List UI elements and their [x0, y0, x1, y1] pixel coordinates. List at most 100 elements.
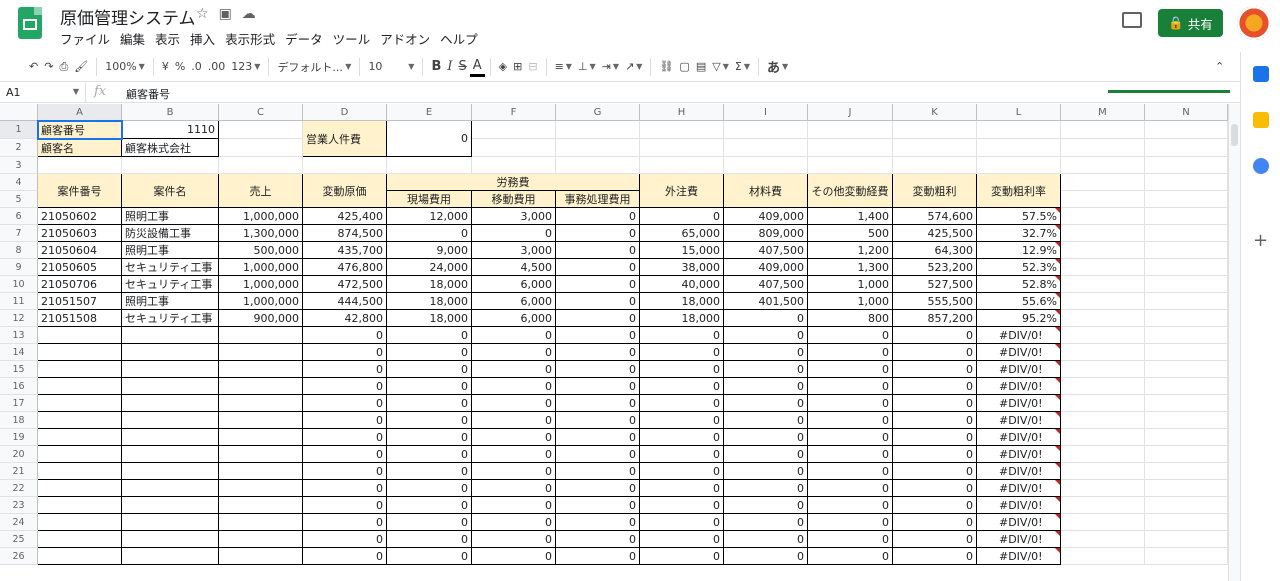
- cell-row23-colD[interactable]: 0: [303, 497, 387, 514]
- cell-row21-colA[interactable]: [38, 463, 122, 480]
- cell[interactable]: [1061, 157, 1145, 174]
- cell-row20-colF[interactable]: 0: [472, 446, 556, 463]
- name-box[interactable]: A1 ▼: [0, 83, 86, 103]
- cell[interactable]: [1061, 293, 1145, 310]
- cell-row7-colB[interactable]: 防災設備工事: [122, 225, 219, 242]
- italic-button[interactable]: I: [444, 55, 455, 79]
- cell-row12-colE[interactable]: 18,000: [387, 310, 472, 327]
- cell-row22-colD[interactable]: 0: [303, 480, 387, 497]
- row-header-11[interactable]: 11: [0, 293, 38, 310]
- row-header-15[interactable]: 15: [0, 361, 38, 378]
- cell[interactable]: [1145, 139, 1228, 157]
- cell-row23-colL[interactable]: #DIV/0!: [977, 497, 1061, 514]
- cell-row24-colG[interactable]: 0: [556, 514, 640, 531]
- cell[interactable]: [724, 139, 808, 157]
- cell-row20-colC[interactable]: [219, 446, 303, 463]
- cell-row16-colE[interactable]: 0: [387, 378, 472, 395]
- header-col-b[interactable]: 案件名: [122, 174, 219, 208]
- cell[interactable]: [1061, 395, 1145, 412]
- text-wrap-icon[interactable]: ⇥ ▼: [599, 55, 622, 79]
- vertical-align-icon[interactable]: ⊥ ▼: [575, 55, 599, 79]
- star-icon[interactable]: ☆: [196, 6, 209, 22]
- cell-row21-colK[interactable]: 0: [893, 463, 977, 480]
- row-header-8[interactable]: 8: [0, 242, 38, 259]
- cell-row25-colC[interactable]: [219, 531, 303, 548]
- cell-row11-colC[interactable]: 1,000,000: [219, 293, 303, 310]
- cell[interactable]: [977, 139, 1061, 157]
- cell-row22-colF[interactable]: 0: [472, 480, 556, 497]
- cell-row13-colC[interactable]: [219, 327, 303, 344]
- cell-row15-colK[interactable]: 0: [893, 361, 977, 378]
- row-header-5[interactable]: 5: [0, 191, 38, 208]
- cell-row20-colG[interactable]: 0: [556, 446, 640, 463]
- bold-button[interactable]: B: [428, 55, 444, 79]
- cell[interactable]: [556, 157, 640, 174]
- cell-row9-colH[interactable]: 38,000: [640, 259, 724, 276]
- cell-row11-colL[interactable]: 55.6%: [977, 293, 1061, 310]
- header-labor-cost[interactable]: 労務費: [387, 174, 640, 191]
- cell-row24-colD[interactable]: 0: [303, 514, 387, 531]
- cell-row12-colG[interactable]: 0: [556, 310, 640, 327]
- cell-row23-colK[interactable]: 0: [893, 497, 977, 514]
- cell-row9-colB[interactable]: セキュリティ工事: [122, 259, 219, 276]
- cell-e1-sales-labor-value[interactable]: 0: [387, 121, 472, 157]
- cell[interactable]: [1061, 174, 1145, 191]
- cell-row13-colL[interactable]: #DIV/0!: [977, 327, 1061, 344]
- cell-row12-colD[interactable]: 42,800: [303, 310, 387, 327]
- cell-row21-colG[interactable]: 0: [556, 463, 640, 480]
- cell-row9-colD[interactable]: 476,800: [303, 259, 387, 276]
- cell-row16-colJ[interactable]: 0: [808, 378, 893, 395]
- cell-row9-colA[interactable]: 21050605: [38, 259, 122, 276]
- row-header-7[interactable]: 7: [0, 225, 38, 242]
- cell-row17-colE[interactable]: 0: [387, 395, 472, 412]
- cell-row7-colA[interactable]: 21050603: [38, 225, 122, 242]
- cell[interactable]: [1061, 242, 1145, 259]
- cell[interactable]: [808, 121, 893, 139]
- cell[interactable]: [1061, 191, 1145, 208]
- cell-row16-colB[interactable]: [122, 378, 219, 395]
- cell-row15-colA[interactable]: [38, 361, 122, 378]
- cell-row19-colD[interactable]: 0: [303, 429, 387, 446]
- zoom-select[interactable]: 100% ▼: [102, 55, 148, 79]
- cell-row12-colF[interactable]: 6,000: [472, 310, 556, 327]
- cell[interactable]: [219, 121, 303, 139]
- cell[interactable]: [1061, 514, 1145, 531]
- cell-row16-colC[interactable]: [219, 378, 303, 395]
- cell-row25-colG[interactable]: 0: [556, 531, 640, 548]
- cell-row8-colE[interactable]: 9,000: [387, 242, 472, 259]
- cell-row21-colI[interactable]: 0: [724, 463, 808, 480]
- column-header-J[interactable]: J: [808, 104, 893, 121]
- cell[interactable]: [1061, 208, 1145, 225]
- row-header-22[interactable]: 22: [0, 480, 38, 497]
- insert-comment-icon[interactable]: ▢: [676, 55, 692, 79]
- cell-row12-colA[interactable]: 21051508: [38, 310, 122, 327]
- cell-row7-colD[interactable]: 874,500: [303, 225, 387, 242]
- cell-row25-colA[interactable]: [38, 531, 122, 548]
- filter-icon[interactable]: ▽ ▼: [709, 55, 732, 79]
- strikethrough-button[interactable]: S: [456, 55, 470, 79]
- link-icon[interactable]: ⛓: [656, 55, 676, 79]
- insert-chart-icon[interactable]: ▤: [693, 55, 709, 79]
- cell-row6-colE[interactable]: 12,000: [387, 208, 472, 225]
- cell[interactable]: [1061, 378, 1145, 395]
- cell-row13-colF[interactable]: 0: [472, 327, 556, 344]
- cell-row7-colK[interactable]: 425,500: [893, 225, 977, 242]
- cell-row22-colL[interactable]: #DIV/0!: [977, 480, 1061, 497]
- formula-input[interactable]: 顧客番号: [126, 86, 170, 102]
- cell-row7-colL[interactable]: 32.7%: [977, 225, 1061, 242]
- borders-icon[interactable]: ⊞: [510, 55, 525, 79]
- row-header-1[interactable]: 1: [0, 121, 38, 139]
- column-header-G[interactable]: G: [556, 104, 640, 121]
- cell-row24-colC[interactable]: [219, 514, 303, 531]
- text-rotate-icon[interactable]: ↗ ▼: [622, 55, 645, 79]
- cell[interactable]: [556, 139, 640, 157]
- cell[interactable]: [1145, 412, 1228, 429]
- cell-row26-colH[interactable]: 0: [640, 548, 724, 565]
- cell-row7-colC[interactable]: 1,300,000: [219, 225, 303, 242]
- header-col-k[interactable]: 変動粗利: [893, 174, 977, 208]
- cell[interactable]: [1061, 139, 1145, 157]
- cell-row23-colG[interactable]: 0: [556, 497, 640, 514]
- cell-row14-colA[interactable]: [38, 344, 122, 361]
- row-header-4[interactable]: 4: [0, 174, 38, 191]
- cell[interactable]: [1145, 293, 1228, 310]
